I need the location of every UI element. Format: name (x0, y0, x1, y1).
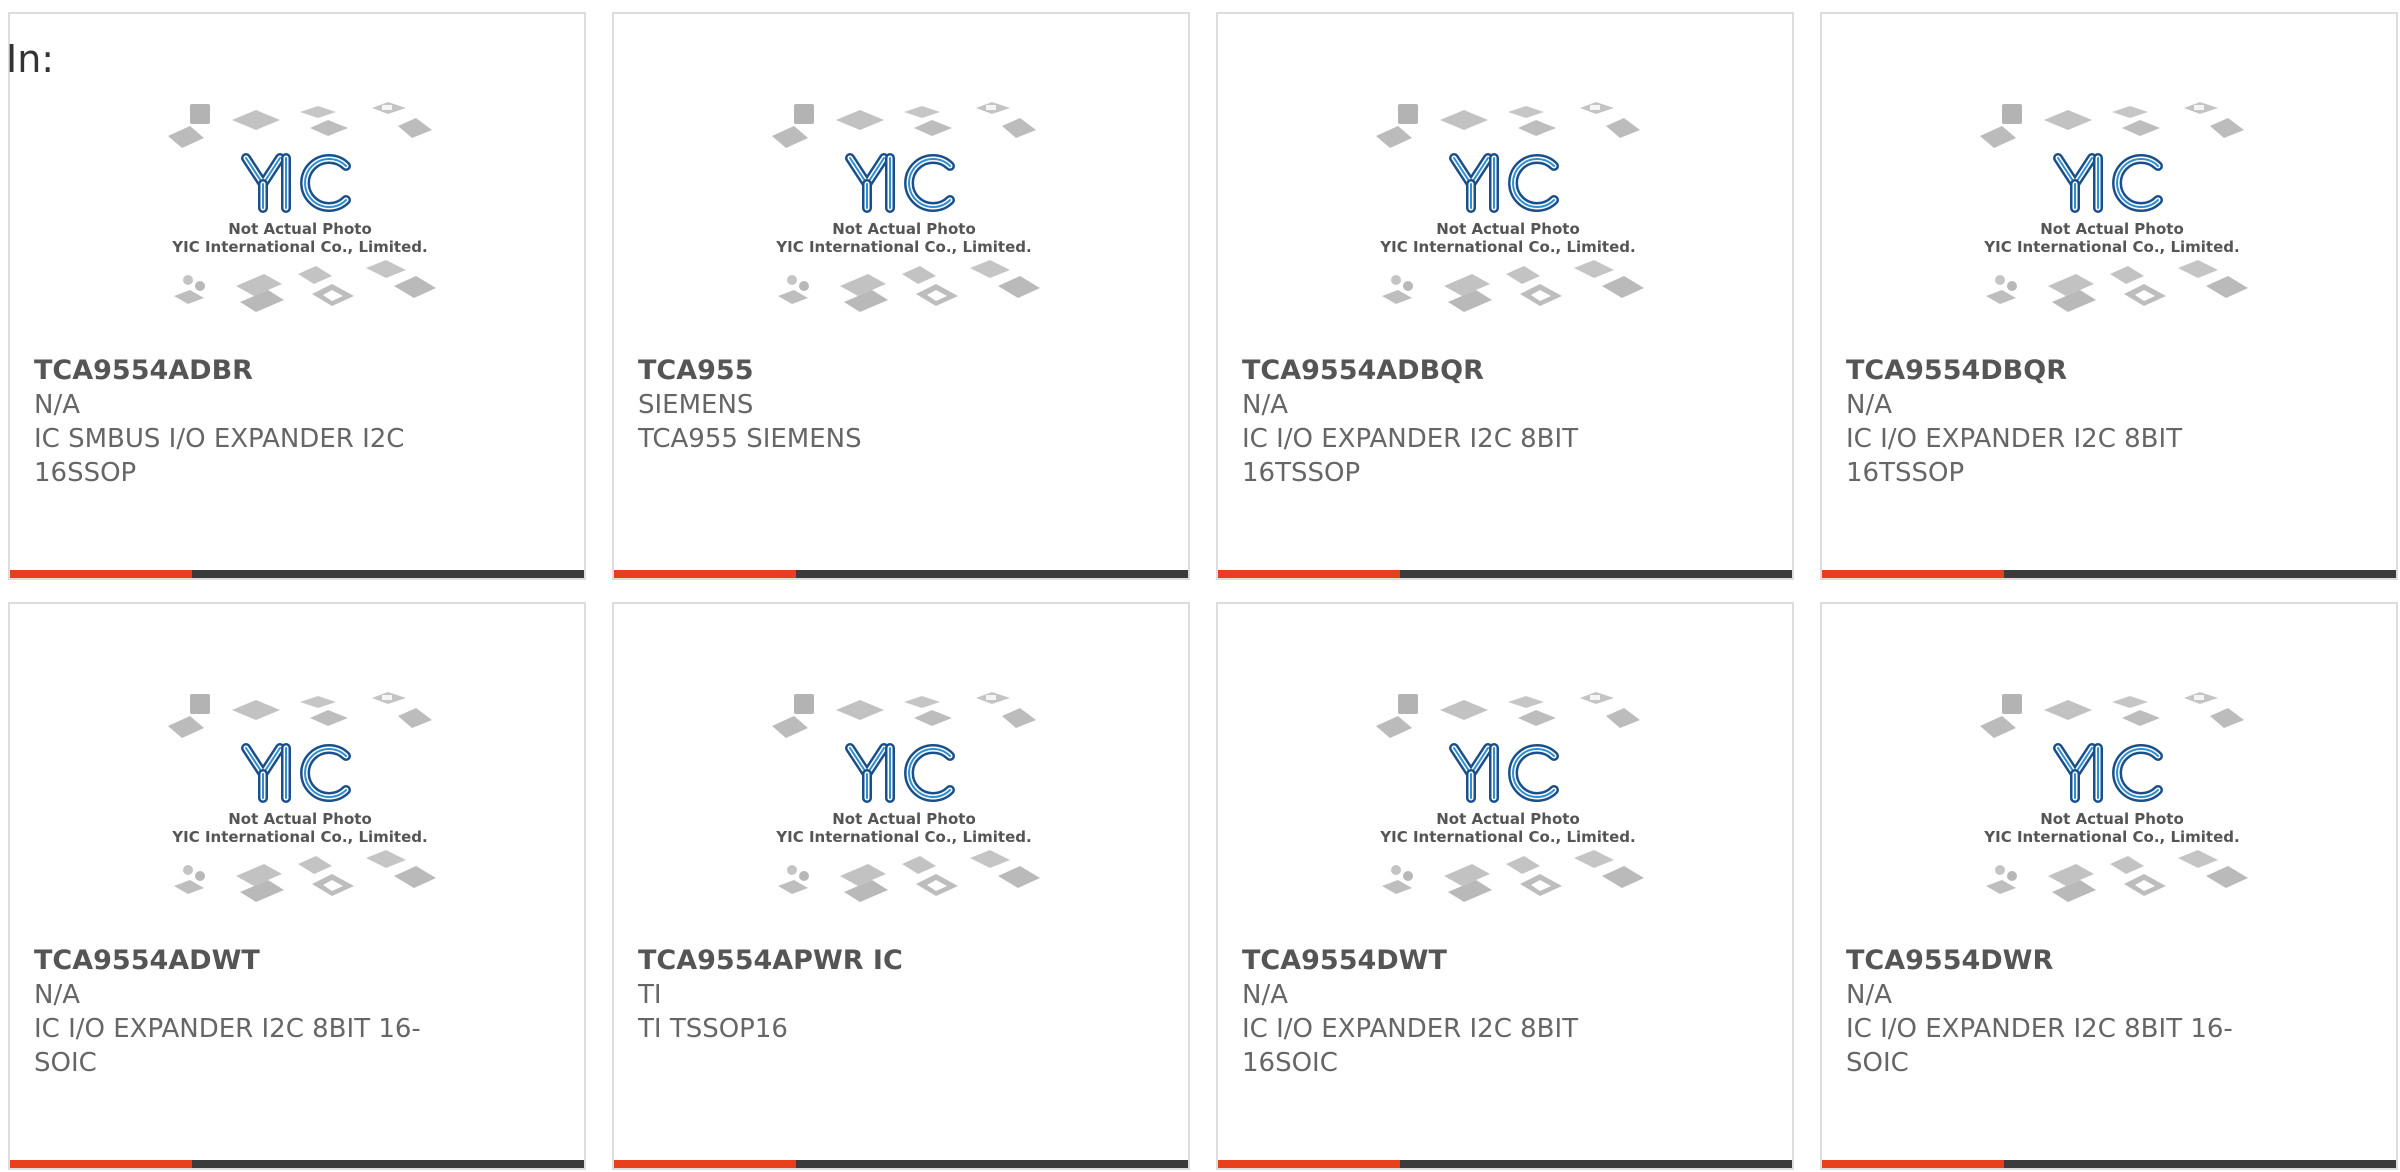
not-actual-photo-image (764, 100, 1044, 350)
card-accent-bar (1218, 1160, 1792, 1168)
product-info: TCA9554DBQR N/A IC I/O EXPANDER I2C 8BIT… (1846, 354, 2276, 490)
product-info: TCA9554ADBQR N/A IC I/O EXPANDER I2C 8BI… (1242, 354, 1672, 490)
product-card[interactable]: TCA955 SIEMENS TCA955 SIEMENS (612, 12, 1190, 580)
product-description: IC I/O EXPANDER I2C 8BIT 16SOIC (1242, 1014, 1579, 1078)
product-info: TCA9554DWT N/A IC I/O EXPANDER I2C 8BIT … (1242, 944, 1672, 1080)
product-part-number[interactable]: TCA9554APWR IC (638, 944, 1068, 978)
product-part-number[interactable]: TCA9554ADBR (34, 354, 464, 388)
product-description: IC I/O EXPANDER I2C 8BIT 16TSSOP (1242, 424, 1579, 488)
product-info: TCA9554DWR N/A IC I/O EXPANDER I2C 8BIT … (1846, 944, 2276, 1080)
product-card[interactable]: TCA9554ADBQR N/A IC I/O EXPANDER I2C 8BI… (1216, 12, 1794, 580)
product-part-number[interactable]: TCA9554DBQR (1846, 354, 2276, 388)
product-brand: TI (638, 980, 662, 1010)
card-accent-bar (614, 570, 1188, 578)
product-brand: N/A (34, 390, 80, 420)
product-card[interactable]: TCA9554ADBR N/A IC SMBUS I/O EXPANDER I2… (8, 12, 586, 580)
product-info: TCA9554APWR IC TI TI TSSOP16 (638, 944, 1068, 1046)
product-description: IC I/O EXPANDER I2C 8BIT 16-SOIC (34, 1014, 421, 1078)
product-description: TI TSSOP16 (638, 1014, 788, 1044)
card-accent-bar (1218, 570, 1792, 578)
product-card[interactable]: TCA9554DWR N/A IC I/O EXPANDER I2C 8BIT … (1820, 602, 2398, 1170)
product-description: IC I/O EXPANDER I2C 8BIT 16-SOIC (1846, 1014, 2233, 1078)
product-part-number[interactable]: TCA9554DWT (1242, 944, 1672, 978)
not-actual-photo-image (160, 690, 440, 940)
not-actual-photo-image (1972, 100, 2252, 350)
card-accent-bar (614, 1160, 1188, 1168)
not-actual-photo-image (764, 690, 1044, 940)
in-label: In: (6, 37, 55, 81)
not-actual-photo-image (1368, 690, 1648, 940)
product-description: TCA955 SIEMENS (638, 424, 862, 454)
product-info: TCA9554ADBR N/A IC SMBUS I/O EXPANDER I2… (34, 354, 464, 490)
card-accent-bar (10, 1160, 584, 1168)
not-actual-photo-image (1368, 100, 1648, 350)
product-part-number[interactable]: TCA9554ADBQR (1242, 354, 1672, 388)
card-accent-bar (10, 570, 584, 578)
product-part-number[interactable]: TCA955 (638, 354, 1068, 388)
product-card[interactable]: TCA9554DBQR N/A IC I/O EXPANDER I2C 8BIT… (1820, 12, 2398, 580)
product-description: IC SMBUS I/O EXPANDER I2C 16SSOP (34, 424, 405, 488)
product-brand: N/A (34, 980, 80, 1010)
product-brand: N/A (1242, 980, 1288, 1010)
not-actual-photo-image (1972, 690, 2252, 940)
product-part-number[interactable]: TCA9554ADWT (34, 944, 464, 978)
product-info: TCA955 SIEMENS TCA955 SIEMENS (638, 354, 1068, 456)
card-accent-bar (1822, 570, 2396, 578)
product-part-number[interactable]: TCA9554DWR (1846, 944, 2276, 978)
product-brand: N/A (1846, 980, 1892, 1010)
product-card[interactable]: TCA9554APWR IC TI TI TSSOP16 (612, 602, 1190, 1170)
product-brand: N/A (1846, 390, 1892, 420)
not-actual-photo-image (160, 100, 440, 350)
product-brand: SIEMENS (638, 390, 754, 420)
product-info: TCA9554ADWT N/A IC I/O EXPANDER I2C 8BIT… (34, 944, 464, 1080)
product-card[interactable]: TCA9554DWT N/A IC I/O EXPANDER I2C 8BIT … (1216, 602, 1794, 1170)
product-card[interactable]: TCA9554ADWT N/A IC I/O EXPANDER I2C 8BIT… (8, 602, 586, 1170)
product-description: IC I/O EXPANDER I2C 8BIT 16TSSOP (1846, 424, 2183, 488)
product-brand: N/A (1242, 390, 1288, 420)
card-accent-bar (1822, 1160, 2396, 1168)
